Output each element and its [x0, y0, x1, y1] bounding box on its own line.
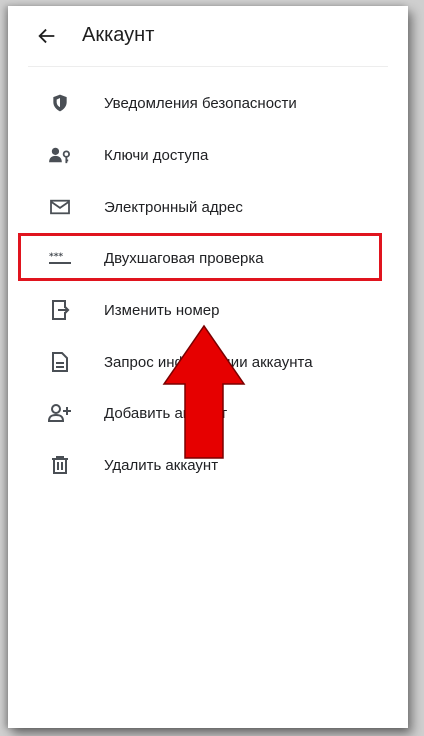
trash-icon: [48, 453, 72, 477]
menu-item-label: Добавить аккаунт: [104, 404, 228, 422]
menu-item-label: Изменить номер: [104, 301, 220, 319]
menu-item-add-account[interactable]: Добавить аккаунт: [28, 392, 398, 434]
add-person-icon: [48, 401, 72, 425]
header-divider: [28, 66, 388, 67]
mail-icon: [48, 195, 72, 219]
menu-item-delete-account[interactable]: Удалить аккаунт: [28, 444, 398, 486]
document-icon: [48, 350, 72, 374]
arrow-left-icon: [38, 28, 55, 44]
page-title: Аккаунт: [82, 24, 155, 46]
menu-item-label: Удалить аккаунт: [104, 456, 219, 474]
passkey-icon: [48, 143, 72, 167]
highlight-box: [18, 233, 382, 281]
menu-item-security-notifications[interactable]: Уведомления безопасности: [28, 82, 398, 124]
menu-item-passkeys[interactable]: Ключи доступа: [28, 134, 398, 176]
menu-item-change-number[interactable]: Изменить номер: [28, 289, 398, 331]
menu-item-request-account-info[interactable]: Запрос информации аккаунта: [28, 341, 398, 383]
menu-item-label: Ключи доступа: [104, 146, 209, 164]
phone-screen: Аккаунт Уведомления безопасности Ключи д…: [8, 6, 408, 728]
back-button[interactable]: [34, 24, 60, 48]
shield-icon: [48, 91, 72, 115]
menu-item-email[interactable]: Электронный адрес: [28, 186, 398, 228]
menu-item-label: Запрос информации аккаунта: [104, 353, 313, 371]
menu-item-label: Уведомления безопасности: [104, 94, 297, 112]
change-number-icon: [48, 298, 72, 322]
app-bar: Аккаунт: [8, 6, 408, 66]
menu-item-label: Электронный адрес: [104, 198, 243, 216]
